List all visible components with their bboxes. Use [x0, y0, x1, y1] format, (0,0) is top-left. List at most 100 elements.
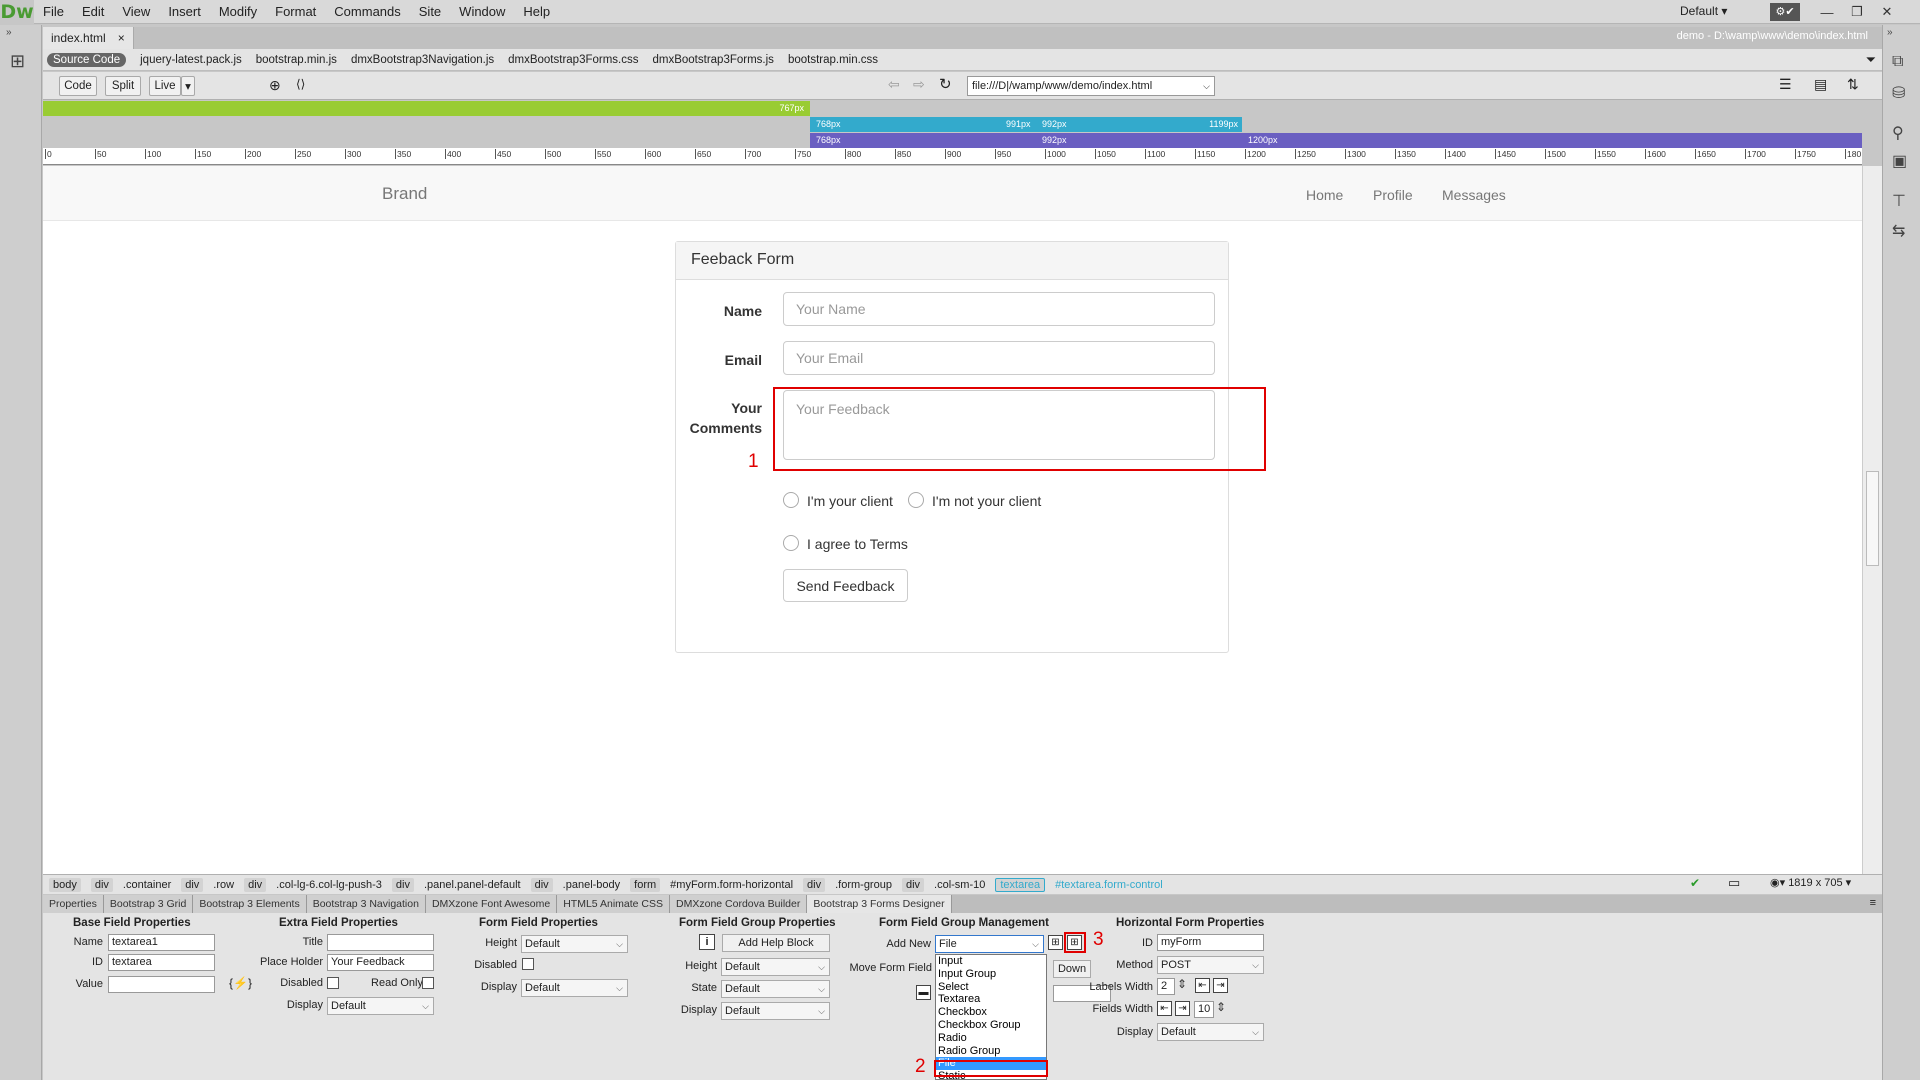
tag-selector-item[interactable]: div — [244, 877, 267, 892]
name-prop-input[interactable]: textarea1 — [108, 934, 215, 951]
nav-link-profile[interactable]: Profile — [1373, 187, 1413, 203]
filter-icon[interactable]: ⏷ — [1866, 52, 1876, 68]
fields-width-increase-icon[interactable]: ⇥ — [1175, 1001, 1190, 1016]
tag-selector-item[interactable]: div — [90, 877, 113, 892]
tab-index-html[interactable]: index.html × — [43, 27, 134, 49]
tab-cordova-builder[interactable]: DMXzone Cordova Builder — [670, 895, 808, 913]
tab-font-awesome[interactable]: DMXzone Font Awesome — [425, 895, 558, 913]
tag-selector-item[interactable]: .panel.panel-default — [424, 879, 521, 891]
panel-menu-icon[interactable]: ≡ — [1870, 897, 1876, 909]
media-query-bar-767[interactable]: 767px — [43, 101, 810, 116]
group-height-select[interactable]: Default — [721, 958, 830, 976]
agree-checkbox[interactable] — [783, 535, 799, 551]
tag-selector-item[interactable]: form — [630, 877, 661, 892]
menu-edit[interactable]: Edit — [73, 0, 113, 24]
split-view-button[interactable]: Split — [105, 76, 141, 96]
vertical-scrollbar[interactable] — [1862, 166, 1882, 874]
group-display-select[interactable]: Default — [721, 1002, 830, 1020]
related-file[interactable]: jquery-latest.pack.js — [140, 54, 242, 66]
title-prop-input[interactable] — [327, 934, 434, 951]
dropdown-option-checkbox-group[interactable]: Checkbox Group — [936, 1019, 1046, 1032]
nav-link-messages[interactable]: Messages — [1442, 187, 1506, 203]
remove-field-icon[interactable]: ▬ — [916, 985, 931, 1000]
expand-icon[interactable]: » — [6, 27, 12, 38]
dropdown-option-input[interactable]: Input — [936, 955, 1046, 968]
email-input[interactable]: Your Email — [783, 341, 1215, 375]
dropdown-option-input-group[interactable]: Input Group — [936, 968, 1046, 981]
menu-file[interactable]: File — [34, 0, 73, 24]
tab-properties[interactable]: Properties — [43, 895, 104, 913]
form-id-input[interactable]: myForm — [1157, 934, 1264, 951]
assets-icon[interactable]: ▣ — [1892, 151, 1907, 171]
tab-bootstrap-elements[interactable]: Bootstrap 3 Elements — [193, 895, 307, 913]
tag-selector-item-active[interactable]: textarea — [995, 877, 1046, 892]
height-select[interactable]: Default — [521, 935, 628, 953]
tag-selector-item[interactable]: div — [901, 877, 925, 892]
tab-bootstrap-navigation[interactable]: Bootstrap 3 Navigation — [306, 895, 426, 913]
add-new-select[interactable]: File — [935, 935, 1044, 953]
page-properties-icon[interactable]: ▤ — [1814, 76, 1827, 93]
tag-selector-item[interactable]: .row — [213, 879, 234, 891]
menu-view[interactable]: View — [113, 0, 159, 24]
media-query-bar-768-1199[interactable]: 768px 991px 992px 1199px — [810, 117, 1242, 132]
move-down-button[interactable]: Down — [1053, 960, 1091, 978]
inspect-target-icon[interactable]: ⊕ — [269, 77, 281, 94]
navbar-brand[interactable]: Brand — [382, 184, 427, 204]
tab-forms-designer[interactable]: Bootstrap 3 Forms Designer — [807, 895, 952, 913]
menu-insert[interactable]: Insert — [159, 0, 210, 24]
radio-client[interactable] — [783, 492, 799, 508]
info-icon[interactable]: i — [699, 934, 715, 950]
expand-icon[interactable]: » — [1887, 27, 1893, 38]
ff-disabled-checkbox[interactable] — [522, 958, 534, 970]
add-before-icon[interactable]: ⊞ — [1048, 935, 1063, 950]
scrollbar-thumb[interactable] — [1866, 471, 1879, 566]
close-icon[interactable]: ✕ — [1874, 2, 1900, 22]
tag-selector-item[interactable]: div — [530, 877, 553, 892]
fields-width-decrease-icon[interactable]: ⇤ — [1157, 1001, 1172, 1016]
menu-format[interactable]: Format — [266, 0, 325, 24]
tag-selector-item[interactable]: .panel-body — [563, 879, 621, 891]
add-help-block-button[interactable]: Add Help Block — [722, 934, 830, 952]
menu-help[interactable]: Help — [514, 0, 559, 24]
related-file[interactable]: dmxBootstrap3Navigation.js — [351, 54, 494, 66]
related-file[interactable]: bootstrap.min.js — [256, 54, 337, 66]
menu-modify[interactable]: Modify — [210, 0, 266, 24]
disabled-checkbox[interactable] — [327, 977, 339, 989]
inspect-icon[interactable]: ⚲ — [1892, 123, 1904, 143]
ff-display-select[interactable]: Default — [521, 979, 628, 997]
live-view-button[interactable]: Live — [149, 76, 181, 96]
menu-site[interactable]: Site — [410, 0, 450, 24]
group-state-select[interactable]: Default — [721, 980, 830, 998]
tag-selector-item[interactable]: .container — [123, 879, 171, 891]
tag-selector-item[interactable]: div — [181, 877, 204, 892]
related-file[interactable]: dmxBootstrap3Forms.js — [653, 54, 774, 66]
refresh-icon[interactable]: ↻ — [939, 75, 952, 93]
readonly-checkbox[interactable] — [422, 977, 434, 989]
tag-selector-item[interactable]: .form-group — [835, 879, 892, 891]
code-view-button[interactable]: Code — [59, 76, 97, 96]
menu-window[interactable]: Window — [450, 0, 514, 24]
extra-display-select[interactable]: Default — [327, 997, 434, 1015]
files-panel-icon[interactable]: ⊞ — [10, 51, 25, 72]
radio-not-client[interactable] — [908, 492, 924, 508]
labels-width-stepper-icon[interactable]: ⇕ — [1177, 977, 1187, 991]
tag-selector-item[interactable]: div — [391, 877, 414, 892]
method-select[interactable]: POST — [1157, 956, 1264, 974]
format-icon[interactable]: ☰ — [1779, 76, 1792, 93]
code-navigator-icon[interactable]: ⟨⟩ — [296, 77, 305, 91]
value-prop-input[interactable] — [108, 976, 215, 993]
tab-animate-css[interactable]: HTML5 Animate CSS — [557, 895, 671, 913]
placeholder-prop-input[interactable]: Your Feedback — [327, 954, 434, 971]
snippets-icon[interactable]: ⇆ — [1892, 221, 1905, 241]
name-input[interactable]: Your Name — [783, 292, 1215, 326]
id-prop-input[interactable]: textarea — [108, 954, 215, 971]
live-dropdown-button[interactable]: ▾ — [181, 76, 195, 96]
dropdown-option-radio-group[interactable]: Radio Group — [936, 1045, 1046, 1058]
send-feedback-button[interactable]: Send Feedback — [783, 569, 908, 602]
tag-selector-item[interactable]: #textarea.form-control — [1055, 879, 1163, 891]
workspace-switcher[interactable]: Default ▾ — [1680, 4, 1727, 18]
restore-icon[interactable]: ❐ — [1844, 2, 1870, 22]
dropdown-option-checkbox[interactable]: Checkbox — [936, 1006, 1046, 1019]
forward-icon[interactable]: ⇨ — [913, 76, 925, 93]
related-file[interactable]: bootstrap.min.css — [788, 54, 878, 66]
